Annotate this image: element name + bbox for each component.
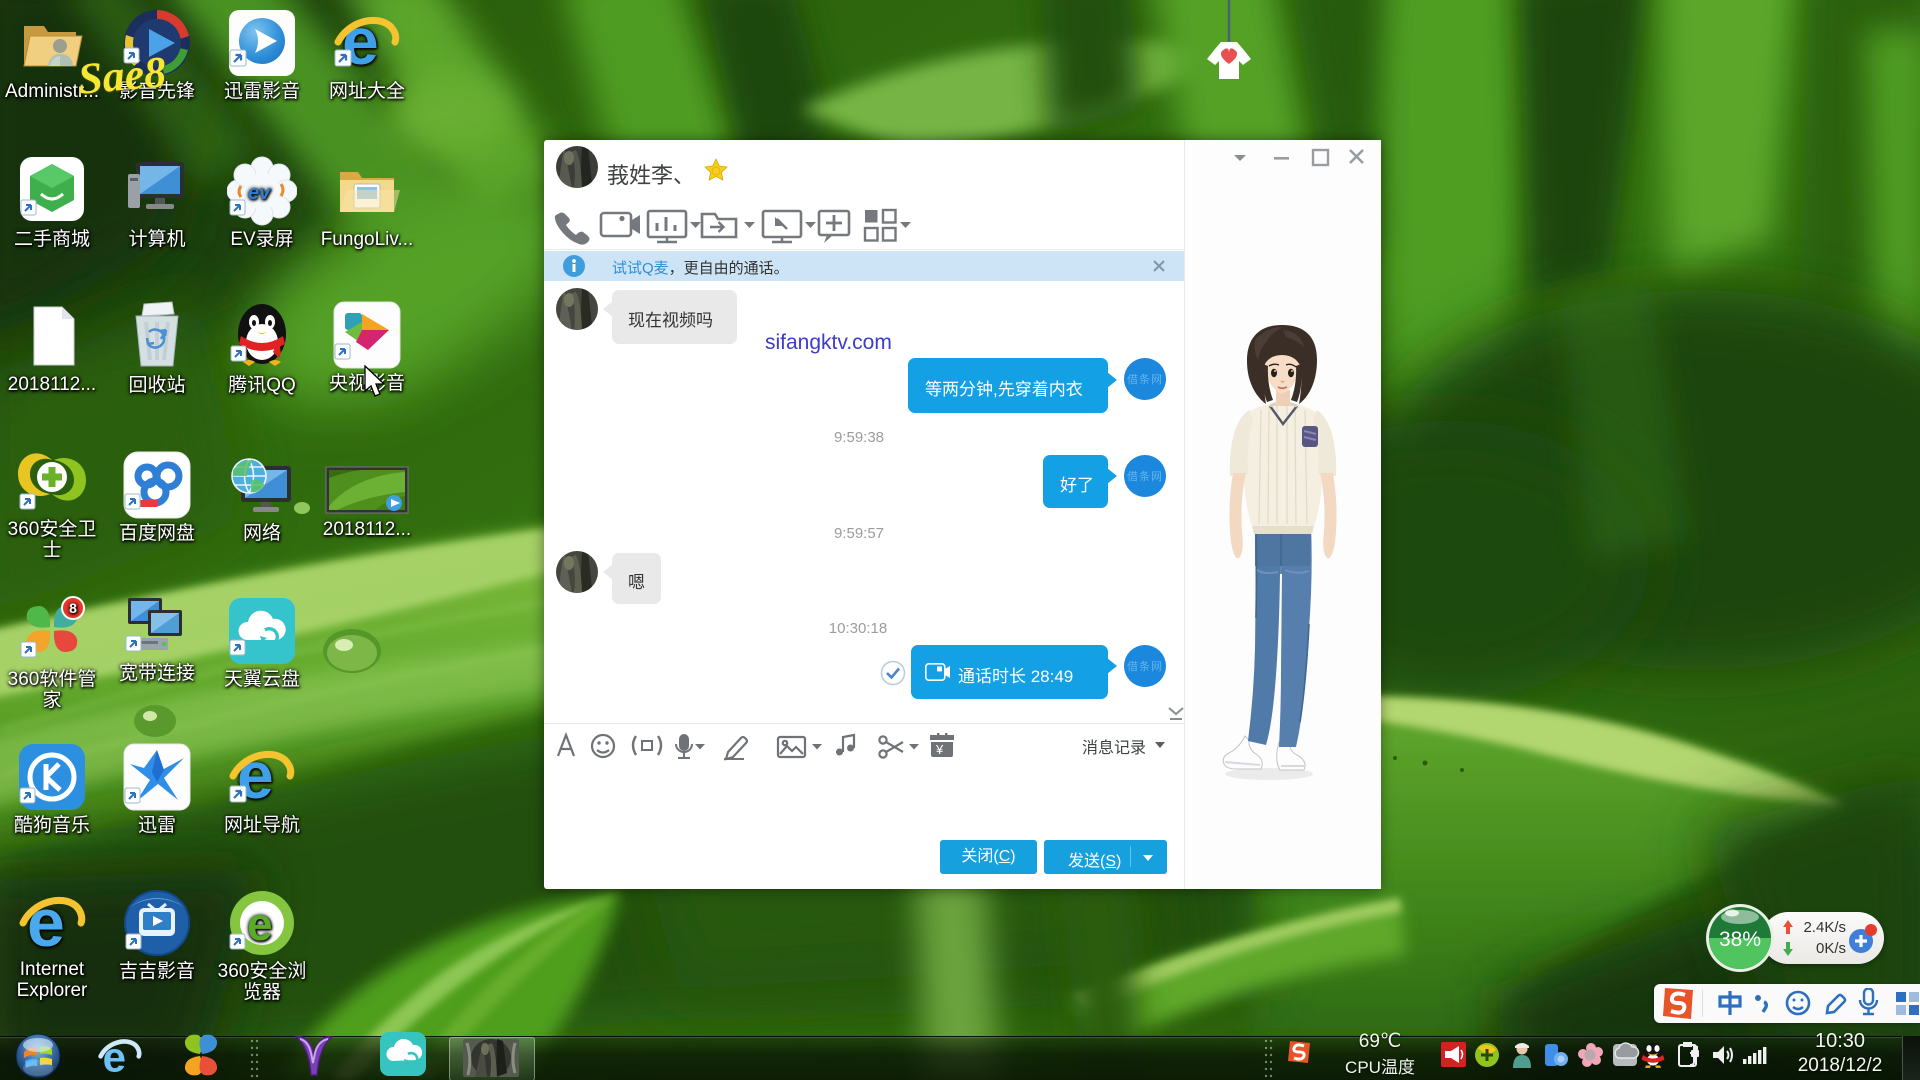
svg-text:8: 8	[69, 600, 77, 616]
svg-text:¥: ¥	[935, 742, 944, 757]
svg-text:38%: 38%	[1719, 928, 1761, 951]
svg-text:e: e	[247, 898, 273, 950]
svg-text:ev: ev	[248, 182, 272, 204]
